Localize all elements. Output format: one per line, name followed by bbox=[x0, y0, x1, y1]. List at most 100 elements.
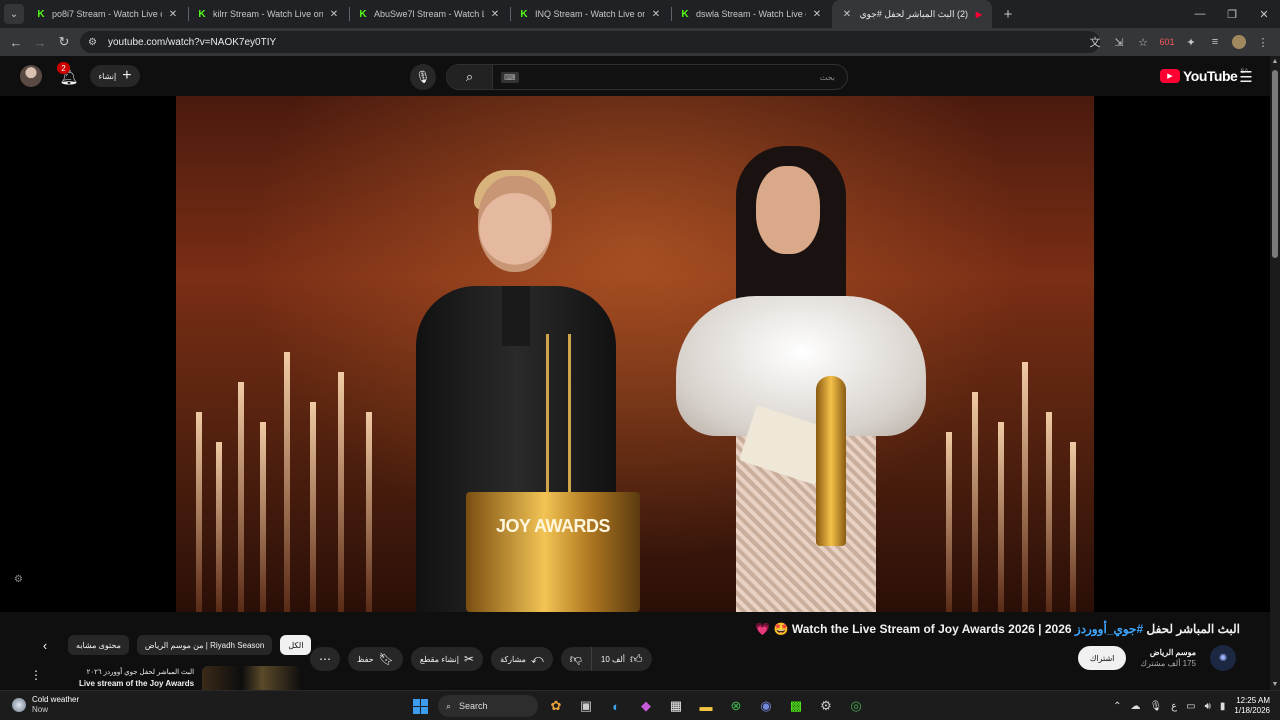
browser-tab[interactable]: K AbuSwe7l Stream - Watch Live on Kick ✕ bbox=[350, 0, 510, 28]
language-indicator[interactable]: ع bbox=[1171, 701, 1177, 712]
weather-icon bbox=[12, 697, 26, 712]
bookmark-star-icon[interactable]: ☆ bbox=[1132, 31, 1154, 53]
edge-icon[interactable]: ◐ bbox=[604, 694, 628, 718]
subscribe-button[interactable]: اشتراك bbox=[1077, 646, 1127, 670]
browser-tab[interactable]: K INQ Stream - Watch Live on Kick ✕ bbox=[511, 0, 671, 28]
channel-name[interactable]: موسم الرياض bbox=[1140, 648, 1196, 657]
chrome-icon[interactable]: ◎ bbox=[844, 694, 868, 718]
new-tab-button[interactable]: + bbox=[996, 6, 1020, 23]
notifications-button[interactable]: 🔔︎ 2 bbox=[57, 62, 80, 88]
guide-menu-icon[interactable]: ☰ bbox=[1236, 67, 1256, 87]
title-hashtag[interactable]: #جوي_أووردز bbox=[1075, 622, 1143, 636]
close-tab-icon[interactable]: ✕ bbox=[810, 9, 824, 20]
voice-search-button[interactable]: 🎙︎ bbox=[410, 64, 436, 90]
file-explorer-icon[interactable]: ▬ bbox=[694, 694, 718, 718]
task-view-icon[interactable]: ▣ bbox=[574, 694, 598, 718]
search-input[interactable]: بحث bbox=[820, 73, 835, 82]
like-button[interactable]: 10 ألف 👍︎ bbox=[591, 647, 652, 671]
microphone-icon[interactable]: 🎙︎ bbox=[1149, 701, 1162, 712]
kick-app-icon[interactable]: ▩ bbox=[784, 694, 808, 718]
chrome-menu-icon[interactable]: ⋮ bbox=[1252, 31, 1274, 53]
chip-similar[interactable]: محتوى مشابه bbox=[68, 635, 129, 655]
site-info-icon[interactable]: ⚙ bbox=[88, 37, 102, 48]
profile-icon[interactable] bbox=[1228, 31, 1250, 53]
chip-from-channel[interactable]: من موسم الرياض | Riyadh Season bbox=[136, 635, 273, 655]
tab-title: dswla Stream - Watch Live on Kick bbox=[696, 9, 806, 19]
extension-badge-icon[interactable]: 601 bbox=[1156, 31, 1178, 53]
reload-icon[interactable]: ↻ bbox=[52, 30, 76, 54]
xbox-icon[interactable]: ⊗ bbox=[724, 694, 748, 718]
save-button[interactable]: حفظ 🔖︎ bbox=[348, 647, 403, 671]
video-frame[interactable]: JOY AWARDS bbox=[176, 96, 1094, 612]
search-button[interactable]: ⌕ bbox=[447, 65, 493, 89]
copilot-icon[interactable]: ◆ bbox=[634, 694, 658, 718]
clip-label: إنشاء مقطع bbox=[419, 654, 459, 664]
stage-pillar bbox=[366, 412, 372, 612]
chevron-left-icon[interactable]: ‹ bbox=[30, 638, 60, 653]
close-tab-icon[interactable]: ✕ bbox=[840, 9, 854, 20]
channel-avatar[interactable]: ✺ bbox=[1210, 645, 1236, 671]
scrollbar-thumb[interactable] bbox=[1272, 70, 1278, 258]
share-button[interactable]: مشاركة ⤺ bbox=[491, 647, 553, 671]
create-button[interactable]: إنشاء + bbox=[90, 65, 140, 87]
browser-tab[interactable]: K dswla Stream - Watch Live on Kick ✕ bbox=[672, 0, 832, 28]
reading-list-icon[interactable]: ≡ bbox=[1204, 31, 1226, 53]
weather-widget[interactable]: Cold weather Now bbox=[12, 695, 79, 714]
close-window-icon[interactable]: ✕ bbox=[1248, 0, 1280, 28]
discord-icon[interactable]: ◉ bbox=[754, 694, 778, 718]
dislike-button[interactable]: 👎︎ bbox=[560, 647, 592, 671]
avatar[interactable] bbox=[20, 65, 42, 87]
minimize-icon[interactable]: — bbox=[1184, 0, 1216, 28]
windows-start-icon[interactable] bbox=[408, 694, 432, 718]
onedrive-icon[interactable]: ☁ bbox=[1130, 701, 1140, 712]
microphone-stand bbox=[546, 334, 549, 494]
back-icon[interactable]: ← bbox=[4, 30, 28, 54]
scissors-icon: ✂ bbox=[464, 652, 475, 666]
bookmark-icon: 🔖︎ bbox=[378, 652, 394, 666]
clip-button[interactable]: إنشاء مقطع ✂ bbox=[410, 647, 484, 671]
restore-icon[interactable]: ❐ bbox=[1216, 0, 1248, 28]
page-scrollbar[interactable]: ▲ ▼ bbox=[1270, 56, 1280, 690]
battery-icon[interactable]: ▮ bbox=[1220, 701, 1226, 712]
close-tab-icon[interactable]: ✕ bbox=[166, 9, 180, 20]
scroll-up-icon[interactable]: ▲ bbox=[1270, 58, 1280, 65]
more-actions-button[interactable]: ⋯ bbox=[310, 647, 340, 671]
chevron-up-icon[interactable]: ⌃ bbox=[1113, 701, 1121, 712]
player-settings-icon[interactable]: ⚙ bbox=[14, 574, 23, 585]
suggested-video-thumbnail[interactable] bbox=[202, 666, 302, 690]
keyboard-icon[interactable]: ⌨ bbox=[501, 71, 519, 83]
address-bar[interactable]: ⚙ youtube.com/watch?v=NAOK7ey0TIY bbox=[80, 31, 1100, 53]
browser-tab[interactable]: K po8i7 Stream - Watch Live on Kick ✕ bbox=[28, 0, 188, 28]
suggested-video-title: البث المباشر لحفل جوي أووردز ٢٠٢٦ Live s… bbox=[50, 668, 194, 689]
search-box[interactable]: ⌕ ⌨ بحث bbox=[446, 64, 848, 90]
youtube-header: 🔔︎ 2 إنشاء + 🎙︎ ⌕ ⌨ بحث ▶ YouTube SA ☰ bbox=[0, 56, 1280, 96]
volume-icon[interactable]: 🔊︎ bbox=[1205, 701, 1211, 712]
widgets-icon[interactable]: ✿ bbox=[544, 694, 568, 718]
tab-search-icon[interactable]: ⌄ bbox=[4, 4, 24, 24]
extensions-icon[interactable]: ✦ bbox=[1180, 31, 1202, 53]
browser-tab[interactable]: K kilrr Stream - Watch Live on Kick ✕ bbox=[189, 0, 349, 28]
translate-icon[interactable]: 文 bbox=[1084, 31, 1106, 53]
suggested-title-ar: البث المباشر لحفل جوي أووردز ٢٠٢٦ bbox=[86, 669, 195, 676]
scroll-down-icon[interactable]: ▼ bbox=[1270, 681, 1280, 688]
install-app-icon[interactable]: ⇲ bbox=[1108, 31, 1130, 53]
suggested-video[interactable]: ⋮ البث المباشر لحفل جوي أووردز ٢٠٢٦ Live… bbox=[30, 664, 302, 690]
toolbar-actions: 文 ⇲ ☆ 601 ✦ ≡ ⋮ bbox=[1084, 30, 1274, 54]
clock[interactable]: 12:25 AM 1/18/2026 bbox=[1234, 696, 1270, 717]
store-icon[interactable]: ▦ bbox=[664, 694, 688, 718]
close-tab-icon[interactable]: ✕ bbox=[649, 9, 663, 20]
settings-icon[interactable]: ⚙ bbox=[814, 694, 838, 718]
kebab-menu-icon[interactable]: ⋮ bbox=[30, 668, 42, 682]
taskbar-search[interactable]: ⌕ Search bbox=[438, 695, 538, 717]
kick-icon: K bbox=[520, 8, 528, 20]
title-emojis: 🤩 💗 bbox=[755, 622, 789, 636]
video-player[interactable]: JOY AWARDS ⚙ bbox=[0, 96, 1270, 612]
channel-info: موسم الرياض 175 ألف مشترك bbox=[1140, 648, 1196, 668]
close-tab-icon[interactable]: ✕ bbox=[488, 9, 502, 20]
browser-tab-active[interactable]: ▶ (2) البث المباشر لحفل #جوي ✕ bbox=[832, 0, 992, 28]
network-icon[interactable]: ▭ bbox=[1186, 701, 1195, 712]
chip-all[interactable]: الكل bbox=[280, 635, 312, 655]
forward-icon[interactable]: → bbox=[28, 30, 52, 54]
video-title: البث المباشر لحفل #جوي_أووردز Watch the … bbox=[755, 622, 1240, 636]
close-tab-icon[interactable]: ✕ bbox=[327, 9, 341, 20]
